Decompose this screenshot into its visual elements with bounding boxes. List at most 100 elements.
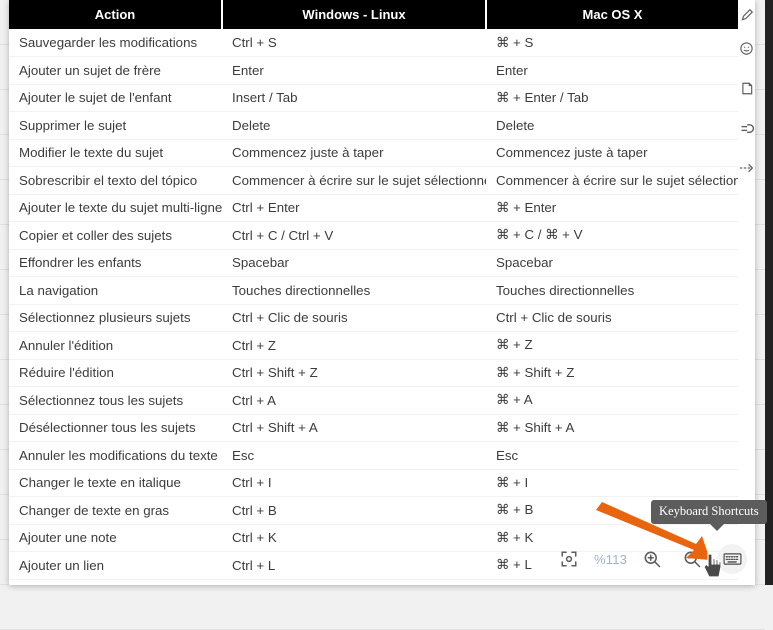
- cell-action: Changer de texte en gras: [9, 496, 222, 525]
- background-right-strip: [765, 0, 773, 585]
- table-row: Sobrescribir el texto del tópico Commence…: [9, 166, 738, 195]
- cell-mac: ⌘ + Enter: [486, 194, 738, 222]
- cell-windows-linux: Ctrl + Shift + A: [222, 414, 486, 442]
- cell-mac: Commencer à écrire sur le sujet sélectio…: [486, 166, 738, 195]
- zoom-level-label: %113: [594, 551, 628, 567]
- cell-action: Ajouter le sujet de l'enfant: [9, 84, 222, 112]
- keyboard-shortcuts-button[interactable]: [717, 544, 748, 574]
- cell-mac: ⌘ + I: [486, 469, 738, 497]
- cell-mac: ⌘ + Shift + Z: [486, 359, 738, 387]
- background-row: [0, 270, 9, 315]
- cell-windows-linux: Ctrl + C / Ctrl + V: [222, 221, 486, 250]
- table-row: Copier et coller des sujets Ctrl + C / Ct…: [9, 221, 738, 250]
- table-row: Ajouter le texte du sujet multi-ligne Ctr…: [9, 194, 738, 222]
- background-row: [0, 585, 9, 630]
- cell-windows-linux: Ctrl + S: [222, 29, 486, 57]
- tooltip: Keyboard Shortcuts: [651, 500, 767, 531]
- table-row: Effondrer les enfants Spacebar Spacebar: [9, 249, 738, 277]
- cell-windows-linux: Commencer à écrire sur le sujet sélectio…: [222, 166, 486, 195]
- cell-windows-linux: Commencez juste à taper: [222, 139, 486, 167]
- cell-mac: ⌘ + C / ⌘ + V: [486, 221, 738, 250]
- background-row: [0, 585, 765, 630]
- cell-action: Annuler les modifications du texte: [9, 441, 222, 470]
- table-row: Ajouter le sujet de l'enfant Insert / Tab…: [9, 84, 738, 112]
- table-row: La navigation Touches directionnelles Touc…: [9, 276, 738, 305]
- cell-windows-linux: Insert / Tab: [222, 84, 486, 112]
- cell-mac: ⌘ + S: [486, 29, 738, 57]
- background-row: [0, 405, 9, 450]
- smiley-icon[interactable]: [738, 28, 755, 68]
- cell-mac: Delete: [486, 111, 738, 140]
- table-row: Ajouter un sujet de frère Enter Enter: [9, 56, 738, 85]
- zoom-in-icon[interactable]: [637, 544, 667, 574]
- cell-windows-linux: Spacebar: [222, 249, 486, 277]
- cell-action: Ajouter le texte du sujet multi-ligne: [9, 194, 222, 222]
- table-row: Changer de texte en gras Ctrl + B ⌘ + B: [9, 496, 738, 525]
- cell-windows-linux: Ctrl + Shift + Z: [222, 359, 486, 387]
- cell-mac: Ctrl + Clic de souris: [486, 304, 738, 332]
- shortcuts-table-body: Sauvegarder les modifications Ctrl + S ⌘ +…: [9, 29, 738, 580]
- background-row: [0, 360, 9, 405]
- cell-mac: Touches directionnelles: [486, 276, 738, 305]
- table-row: Annuler les modifications du texte Esc Esc: [9, 441, 738, 470]
- table-header-row: Action Windows - Linux Mac OS X: [9, 0, 738, 29]
- cell-action: Copier et coller des sujets: [9, 221, 222, 250]
- pencil-icon[interactable]: [738, 2, 755, 28]
- keyboard-shortcuts-dialog: Action Windows - Linux Mac OS X Sauvegar…: [9, 0, 755, 585]
- cell-windows-linux: Delete: [222, 111, 486, 140]
- cell-mac: ⌘ + Z: [486, 331, 738, 360]
- cell-action: Sélectionnez tous les sujets: [9, 386, 222, 415]
- cell-action: Modifier le texte du sujet: [9, 139, 222, 167]
- cell-action: La navigation: [9, 276, 222, 305]
- cell-action: Sélectionnez plusieurs sujets: [9, 304, 222, 332]
- cell-windows-linux: Ctrl + K: [222, 524, 486, 552]
- link-icon[interactable]: [738, 108, 755, 148]
- zoom-out-icon[interactable]: [677, 544, 707, 574]
- table-row: Supprimer le sujet Delete Delete: [9, 111, 738, 140]
- table-row: Sélectionnez tous les sujets Ctrl + A ⌘ + …: [9, 386, 738, 415]
- column-header-windows-linux: Windows - Linux: [222, 0, 487, 29]
- cell-mac: Commencez juste à taper: [486, 139, 738, 167]
- column-header-action: Action: [9, 0, 223, 29]
- background-left-strip: [0, 0, 9, 630]
- background-row: [0, 540, 9, 585]
- table-row: Réduire l'édition Ctrl + Shift + Z ⌘ + Shi…: [9, 359, 738, 387]
- background-row: [0, 225, 9, 270]
- cell-action: Sauvegarder les modifications: [9, 29, 222, 57]
- icon-rail: [738, 0, 755, 585]
- cell-mac: ⌘ + Shift + A: [486, 414, 738, 442]
- background-row: [0, 495, 9, 540]
- cell-action: Supprimer le sujet: [9, 111, 222, 140]
- cell-windows-linux: Ctrl + B: [222, 496, 486, 525]
- more-arrow-icon[interactable]: [738, 148, 755, 188]
- table-row: Désélectionner tous les sujets Ctrl + Shi…: [9, 414, 738, 442]
- cell-action: Ajouter un lien: [9, 551, 222, 580]
- cell-mac: Esc: [486, 441, 738, 470]
- cell-mac: ⌘ + A: [486, 386, 738, 415]
- cell-windows-linux: Ctrl + Clic de souris: [222, 304, 486, 332]
- cell-windows-linux: Ctrl + L: [222, 551, 486, 580]
- background-row: [0, 0, 9, 45]
- cell-windows-linux: Ctrl + I: [222, 469, 486, 497]
- tooltip-label: Keyboard Shortcuts: [659, 504, 759, 518]
- cell-action: Ajouter une note: [9, 524, 222, 552]
- cell-action: Désélectionner tous les sujets: [9, 414, 222, 442]
- shortcuts-table: Action Windows - Linux Mac OS X Sauvegar…: [9, 0, 738, 580]
- table-row: Changer le texte en italique Ctrl + I ⌘ + …: [9, 469, 738, 497]
- fit-to-screen-icon[interactable]: [554, 544, 584, 574]
- cell-action: Effondrer les enfants: [9, 249, 222, 277]
- zoom-toolbar: %113: [554, 539, 748, 579]
- cell-action: Ajouter un sujet de frère: [9, 56, 222, 85]
- cell-action: Annuler l'édition: [9, 331, 222, 360]
- cell-windows-linux: Ctrl + A: [222, 386, 486, 415]
- cell-windows-linux: Touches directionnelles: [222, 276, 486, 305]
- cell-action: Sobrescribir el texto del tópico: [9, 166, 222, 195]
- table-row: Annuler l'édition Ctrl + Z ⌘ + Z: [9, 331, 738, 360]
- cell-mac: Spacebar: [486, 249, 738, 277]
- cell-action: Changer le texte en italique: [9, 469, 222, 497]
- table-row: Modifier le texte du sujet Commencez just…: [9, 139, 738, 167]
- background-row: [0, 90, 9, 135]
- note-icon[interactable]: [738, 68, 755, 108]
- cell-action: Réduire l'édition: [9, 359, 222, 387]
- cell-windows-linux: Enter: [222, 56, 486, 85]
